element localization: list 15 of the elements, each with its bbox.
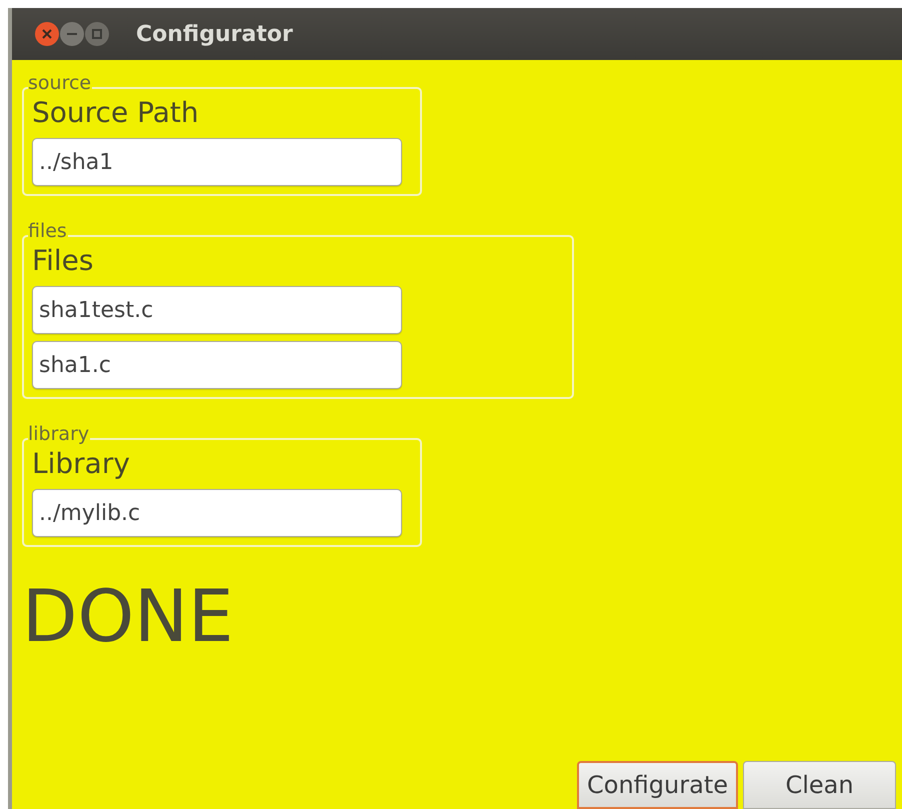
action-button[interactable]: Configurate — [577, 761, 738, 809]
maximize-icon[interactable] — [84, 21, 110, 47]
field-label: Library — [32, 446, 131, 482]
field-label: Files — [32, 243, 94, 279]
text-field[interactable]: ../sha1 — [32, 138, 402, 186]
status-text: DONE — [22, 573, 234, 660]
group-legend: library — [28, 423, 90, 445]
action-button[interactable]: Clean — [743, 761, 896, 809]
window-title: Configurator — [136, 22, 293, 46]
field-label: Source Path — [32, 95, 200, 131]
close-icon[interactable] — [34, 21, 60, 47]
text-field[interactable]: sha1test.c — [32, 286, 402, 334]
minimize-icon[interactable] — [59, 21, 85, 47]
text-field[interactable]: ../mylib.c — [32, 489, 402, 537]
text-field[interactable]: sha1.c — [32, 341, 402, 389]
